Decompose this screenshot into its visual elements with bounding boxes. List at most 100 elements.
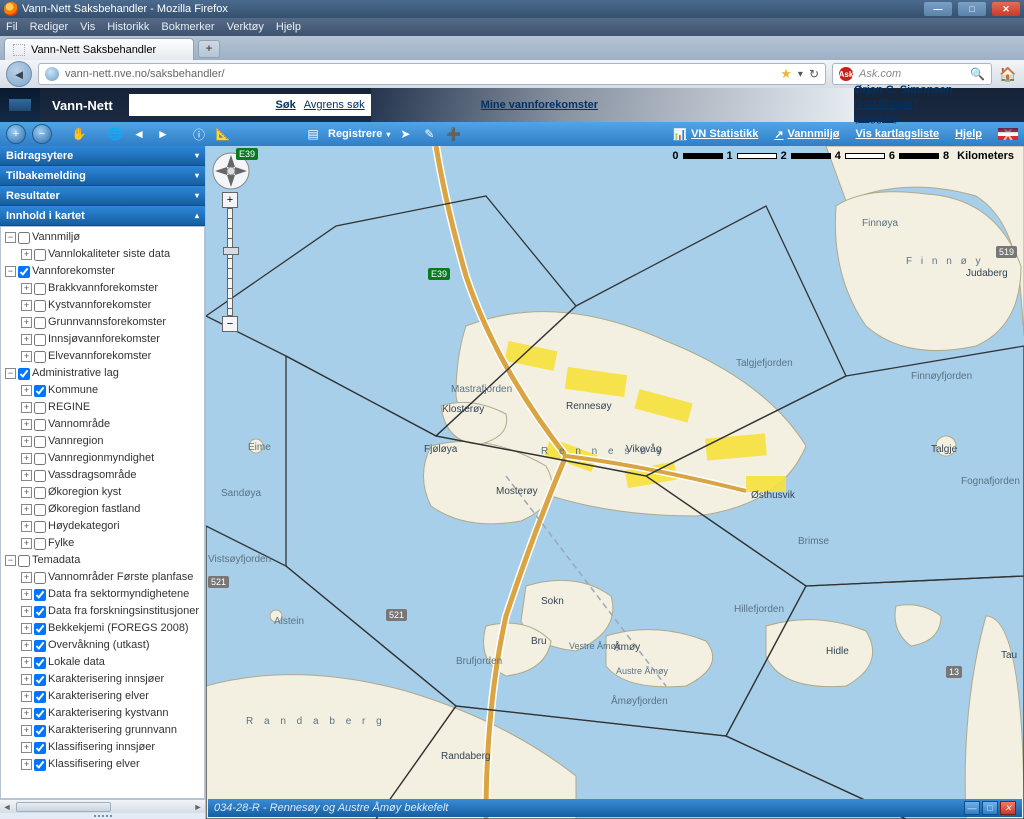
window-maximize-button[interactable]: □: [958, 2, 986, 16]
tree-item[interactable]: Elvevannforekomster: [48, 348, 151, 365]
vannlok-checkbox[interactable]: [34, 249, 46, 261]
back-button[interactable]: ◄: [6, 61, 32, 87]
pan-hand-icon[interactable]: ✋: [70, 125, 88, 143]
pointer-icon[interactable]: ➤: [396, 125, 414, 143]
measure-icon[interactable]: 📐: [214, 125, 232, 143]
menu-verktoy[interactable]: Verktøy: [227, 21, 264, 33]
hjelp-link[interactable]: Hjelp: [955, 128, 982, 140]
zoom-out-button[interactable]: −: [32, 124, 52, 144]
edit-pencil-icon[interactable]: ✎: [420, 125, 438, 143]
info-icon[interactable]: ⓘ: [190, 125, 208, 143]
tree-item[interactable]: Bekkekjemi (FOREGS 2008): [48, 620, 189, 637]
scroll-thumb[interactable]: [16, 802, 111, 812]
tree-item-vannforekomster[interactable]: Vannforekomster: [32, 263, 115, 280]
tree-item[interactable]: Data fra forskningsinstitusjoner: [48, 603, 199, 620]
tree-item[interactable]: Karakterisering kystvann: [48, 705, 168, 722]
window-minimize-button[interactable]: —: [924, 2, 952, 16]
home-button[interactable]: 🏠: [998, 64, 1018, 84]
nav-back-icon[interactable]: ◄: [130, 125, 148, 143]
tree-item[interactable]: Karakterisering elver: [48, 688, 149, 705]
user-settings-link[interactable]: Innstillinger: [858, 98, 914, 110]
bookmark-star-icon[interactable]: ★: [780, 66, 792, 82]
registrere-dropdown[interactable]: Registrere▾: [328, 128, 390, 140]
zoom-track[interactable]: [227, 208, 233, 316]
admin-checkbox[interactable]: [18, 368, 30, 380]
tree-item[interactable]: Fylke: [48, 535, 74, 552]
tree-item[interactable]: Vannregionmyndighet: [48, 450, 154, 467]
menu-fil[interactable]: Fil: [6, 21, 18, 33]
scroll-left-icon[interactable]: ◄: [0, 802, 14, 812]
new-tab-button[interactable]: +: [198, 40, 220, 58]
tree-item[interactable]: Data fra sektormyndighetene: [48, 586, 189, 603]
vannforekomster-checkbox[interactable]: [18, 266, 30, 278]
tree-item[interactable]: Økoregion kyst: [48, 484, 121, 501]
tree-item[interactable]: Innsjøvannforekomster: [48, 331, 160, 348]
tree-item[interactable]: Karakterisering grunnvann: [48, 722, 177, 739]
nav-forward-icon[interactable]: ►: [154, 125, 172, 143]
tree-item-admin[interactable]: Administrative lag: [32, 365, 119, 382]
zoom-out-icon[interactable]: −: [222, 316, 238, 332]
tree-item[interactable]: Overvåkning (utkast): [48, 637, 149, 654]
vannmiljo-checkbox[interactable]: [18, 232, 30, 244]
collapse-icon[interactable]: −: [5, 266, 16, 277]
tree-item[interactable]: Vassdragsområde: [48, 467, 136, 484]
uk-flag-icon[interactable]: [998, 128, 1018, 140]
scroll-right-icon[interactable]: ►: [191, 802, 205, 812]
menu-bokmerker[interactable]: Bokmerker: [161, 21, 214, 33]
tree-item[interactable]: Vannområde: [48, 416, 110, 433]
layers-icon[interactable]: ▤: [304, 125, 322, 143]
user-logout-link[interactable]: Logg ut: [858, 112, 895, 124]
window-close-button[interactable]: ✕: [992, 2, 1020, 16]
tree-item[interactable]: Karakterisering innsjøer: [48, 671, 164, 688]
tree-item[interactable]: Kommune: [48, 382, 98, 399]
layer-tree[interactable]: − Vannmiljø + Vannlokaliteter siste data −…: [0, 226, 205, 799]
add-feature-icon[interactable]: ➕: [444, 125, 462, 143]
mine-vannforekomster-link[interactable]: Mine vannforekomster: [481, 99, 598, 111]
accordion-tilbakemelding[interactable]: Tilbakemelding▾: [0, 166, 205, 186]
url-dropdown-icon[interactable]: ▾: [798, 69, 803, 80]
expand-icon[interactable]: +: [21, 249, 32, 260]
sok-link[interactable]: Søk: [276, 99, 296, 111]
menu-hjelp[interactable]: Hjelp: [276, 21, 301, 33]
zoom-in-button[interactable]: +: [6, 124, 26, 144]
accordion-bidragsytere[interactable]: Bidragsytere▾: [0, 146, 205, 166]
collapse-icon[interactable]: −: [5, 232, 16, 243]
tree-hscrollbar[interactable]: ◄ ►: [0, 799, 205, 813]
tree-item[interactable]: REGINE: [48, 399, 90, 416]
url-field[interactable]: vann-nett.nve.no/saksbehandler/ ★ ▾ ↻: [38, 63, 826, 85]
status-close-button[interactable]: ✕: [1000, 801, 1016, 815]
tree-item[interactable]: Klassifisering innsjøer: [48, 739, 155, 756]
tree-item[interactable]: Vannlokaliteter siste data: [48, 246, 170, 263]
menu-historikk[interactable]: Historikk: [107, 21, 149, 33]
globe-icon[interactable]: 🌐: [106, 125, 124, 143]
vis-kartlagsliste-link[interactable]: Vis kartlagsliste: [856, 128, 940, 140]
menu-rediger[interactable]: Rediger: [30, 21, 69, 33]
browser-search-field[interactable]: Ask Ask.com 🔍: [832, 63, 992, 85]
tree-item-temadata[interactable]: Temadata: [32, 552, 80, 569]
tree-item[interactable]: Vannområder Første planfase: [48, 569, 193, 586]
tree-item[interactable]: Grunnvannsforekomster: [48, 314, 166, 331]
search-icon[interactable]: 🔍: [970, 67, 985, 81]
map-canvas[interactable]: 0 1 2 4 6 8 Kilometers + − Finnøya Judab…: [206, 146, 1024, 819]
collapse-icon[interactable]: −: [5, 368, 16, 379]
app-search-box[interactable]: Søk Avgrens søk: [129, 94, 371, 116]
vannmiljo-link[interactable]: ↗Vannmiljø: [774, 128, 839, 141]
collapse-icon[interactable]: −: [5, 555, 16, 566]
avgrens-link[interactable]: Avgrens søk: [304, 99, 365, 111]
panel-resize-handle[interactable]: [0, 813, 205, 819]
tree-item[interactable]: Kystvannforekomster: [48, 297, 151, 314]
status-maximize-button[interactable]: □: [982, 801, 998, 815]
zoom-in-icon[interactable]: +: [222, 192, 238, 208]
browser-tab[interactable]: Vann-Nett Saksbehandler: [4, 38, 194, 60]
tree-item[interactable]: Brakkvannforekomster: [48, 280, 158, 297]
tree-item[interactable]: Klassifisering elver: [48, 756, 140, 773]
status-minimize-button[interactable]: —: [964, 801, 980, 815]
tree-item-vannmiljo[interactable]: Vannmiljø: [32, 229, 80, 246]
vn-statistikk-link[interactable]: 📊VN Statistikk: [673, 128, 758, 141]
tree-item[interactable]: Økoregion fastland: [48, 501, 140, 518]
zoom-thumb[interactable]: [223, 247, 239, 255]
temadata-checkbox[interactable]: [18, 555, 30, 567]
zoom-slider[interactable]: + −: [222, 192, 238, 332]
accordion-resultater[interactable]: Resultater▾: [0, 186, 205, 206]
accordion-innhold[interactable]: Innhold i kartet▴: [0, 206, 205, 226]
